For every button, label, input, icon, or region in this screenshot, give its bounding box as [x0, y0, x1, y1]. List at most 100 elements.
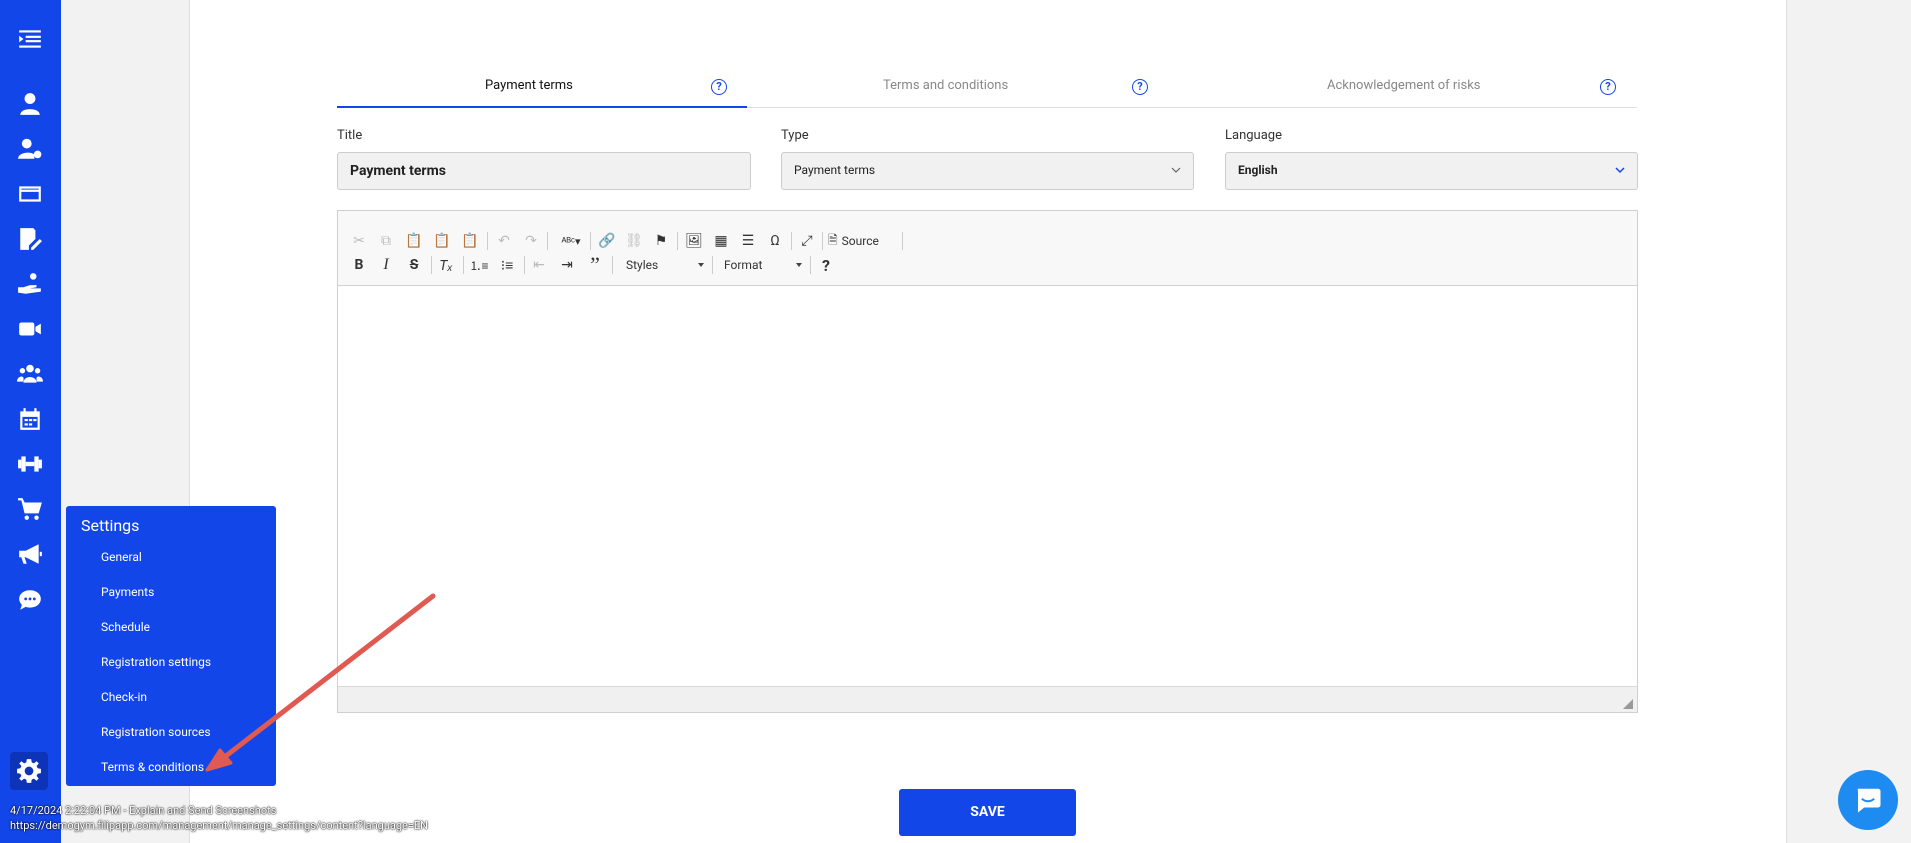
toolbar-separator [712, 256, 713, 274]
settings-item-payments[interactable]: Payments [101, 585, 154, 599]
remove-format-icon[interactable]: Tₓ [435, 254, 457, 276]
menu-icon[interactable] [15, 24, 45, 54]
outdent-icon[interactable]: ⇤ [528, 254, 550, 276]
chat-widget-button[interactable] [1838, 770, 1898, 830]
help-icon[interactable]: ? [1132, 79, 1148, 95]
settings-item-registration-sources[interactable]: Registration sources [101, 725, 211, 739]
settings-item-general[interactable]: General [101, 550, 142, 564]
resize-handle-icon[interactable] [1623, 699, 1633, 709]
paste-word-icon[interactable]: 📋 [459, 230, 481, 252]
bold-icon[interactable]: B [348, 254, 370, 276]
source-doc-icon: 🗎 [828, 232, 838, 247]
toolbar-separator [463, 256, 464, 274]
italic-icon[interactable]: I [375, 254, 397, 276]
type-select[interactable]: Payment terms [781, 152, 1194, 190]
toolbar-separator [810, 256, 811, 274]
strikethrough-icon[interactable]: S [403, 254, 425, 276]
styles-dropdown[interactable]: Styles [618, 254, 708, 276]
unlink-icon[interactable]: ⛓ [623, 230, 645, 252]
tab-label: Payment terms [485, 78, 573, 93]
editor-toolbar: ✂ ⧉ 📋 📋 📋 ↶ ↷ ᴬᴮᶜ▾ 🔗 ⛓ ⚑ 🖼 ▦ ☰ Ω ⤢ 🗎 Sou… [338, 211, 1637, 286]
format-dropdown[interactable]: Format [716, 254, 806, 276]
paste-icon[interactable]: 📋 [403, 230, 425, 252]
credit-card-icon[interactable] [15, 179, 45, 209]
type-value: Payment terms [794, 163, 876, 177]
toolbar-separator [791, 232, 792, 250]
tab-payment-terms[interactable]: Payment terms ? [337, 70, 747, 108]
toolbar-separator [612, 256, 613, 274]
save-button[interactable]: SAVE [899, 789, 1076, 836]
sidebar [0, 0, 61, 843]
video-icon[interactable] [15, 314, 45, 344]
undo-icon[interactable]: ↶ [493, 230, 515, 252]
bulleted-list-icon[interactable]: ⁝≡ [496, 254, 518, 276]
language-label: Language [1225, 128, 1282, 143]
cart-icon[interactable] [15, 494, 45, 524]
image-icon[interactable]: 🖼 [683, 230, 705, 252]
title-value: Payment terms [350, 163, 446, 179]
document-edit-icon[interactable] [15, 224, 45, 254]
horizontal-line-icon[interactable]: ☰ [737, 230, 759, 252]
spellcheck-icon[interactable]: ᴬᴮᶜ▾ [556, 230, 586, 252]
source-label: Source [841, 234, 879, 248]
hand-heart-icon[interactable] [15, 269, 45, 299]
toolbar-separator [677, 232, 678, 250]
help-question-icon[interactable]: ? [815, 254, 837, 276]
copy-icon[interactable]: ⧉ [375, 230, 397, 252]
tab-label: Terms and conditions [883, 78, 1009, 93]
type-label: Type [781, 128, 809, 143]
paste-text-icon[interactable]: 📋 [431, 230, 453, 252]
dropdown-arrow-icon [698, 263, 704, 267]
redo-icon[interactable]: ↷ [520, 230, 542, 252]
table-icon[interactable]: ▦ [710, 230, 732, 252]
tab-terms-and-conditions[interactable]: Terms and conditions ? [783, 70, 1193, 108]
link-icon[interactable]: 🔗 [596, 230, 618, 252]
megaphone-icon[interactable] [15, 539, 45, 569]
maximize-icon[interactable]: ⤢ [796, 230, 818, 252]
title-input[interactable]: Payment terms [337, 152, 751, 190]
language-value: English [1238, 163, 1278, 177]
tab-label: Acknowledgement of risks [1327, 78, 1481, 93]
numbered-list-icon[interactable]: ⒈≡ [468, 254, 490, 276]
editor-resize-bar [338, 686, 1637, 712]
calendar-icon[interactable] [15, 404, 45, 434]
dumbbell-icon[interactable] [15, 449, 45, 479]
source-button[interactable]: 🗎 Source [828, 230, 893, 252]
screenshot-timestamp: 4/17/2024 2:22:04 PM - Explain and Send … [10, 804, 277, 817]
toolbar-separator [902, 232, 903, 250]
chevron-down-icon [1615, 167, 1625, 174]
anchor-flag-icon[interactable]: ⚑ [650, 230, 672, 252]
language-select[interactable]: English [1225, 152, 1638, 190]
settings-title: Settings [81, 516, 140, 535]
settings-flyout-menu: Settings General Payments Schedule Regis… [66, 506, 276, 786]
toolbar-separator [431, 256, 432, 274]
styles-label: Styles [626, 258, 659, 272]
group-icon[interactable] [15, 359, 45, 389]
user-icon[interactable] [15, 89, 45, 119]
special-char-icon[interactable]: Ω [764, 230, 786, 252]
chat-icon [1857, 788, 1881, 813]
editor-content-area[interactable] [338, 286, 1637, 686]
content-tabs: Payment terms ? Terms and conditions ? A… [337, 70, 1637, 108]
format-label: Format [724, 258, 763, 272]
tab-acknowledgement-of-risks[interactable]: Acknowledgement of risks ? [1227, 70, 1637, 108]
settings-item-check-in[interactable]: Check-in [101, 690, 147, 704]
indent-icon[interactable]: ⇥ [556, 254, 578, 276]
toolbar-separator [590, 232, 591, 250]
dropdown-arrow-icon [796, 263, 802, 267]
toolbar-separator [547, 232, 548, 250]
chat-bubble-icon[interactable] [15, 585, 45, 615]
help-icon[interactable]: ? [711, 79, 727, 95]
settings-item-schedule[interactable]: Schedule [101, 620, 150, 634]
user-settings-icon[interactable] [15, 134, 45, 164]
help-icon[interactable]: ? [1600, 79, 1616, 95]
gear-icon[interactable] [10, 752, 48, 790]
page-url: https://demogym.filipapp.com/management/… [10, 819, 429, 832]
cut-icon[interactable]: ✂ [348, 230, 370, 252]
toolbar-separator [822, 232, 823, 250]
title-label: Title [337, 128, 363, 143]
settings-item-registration-settings[interactable]: Registration settings [101, 655, 211, 669]
blockquote-icon[interactable]: ” [584, 252, 606, 277]
toolbar-separator [524, 256, 525, 274]
settings-item-terms-conditions[interactable]: Terms & conditions [101, 760, 204, 774]
